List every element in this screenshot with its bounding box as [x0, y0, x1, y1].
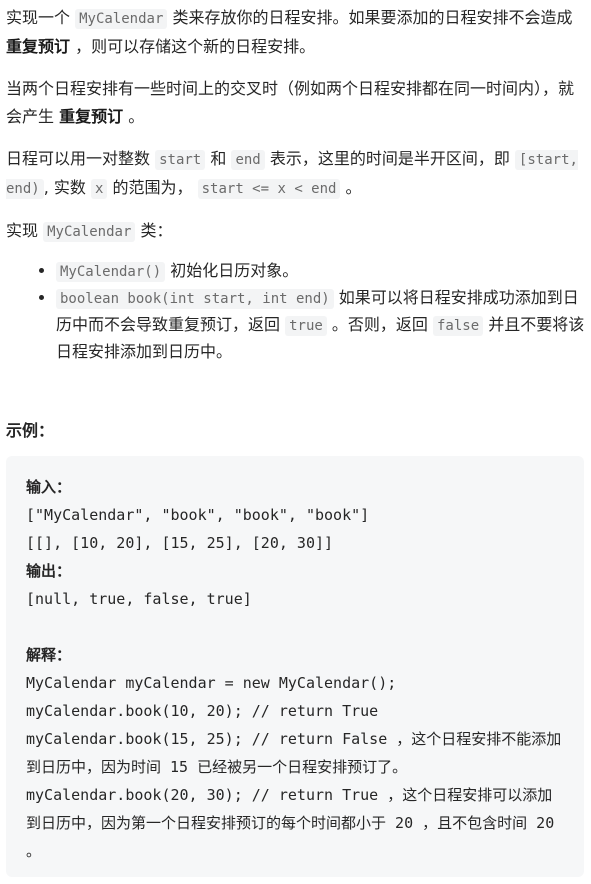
- inline-code-end: end: [231, 150, 265, 170]
- inline-code-constructor: MyCalendar(): [56, 262, 166, 282]
- inline-code-condition: start <= x < end: [197, 179, 341, 199]
- bold-double-booking: 重复预订: [59, 107, 124, 126]
- explain-line: MyCalendar myCalendar = new MyCalendar()…: [26, 674, 397, 692]
- example-code-block: 输入： ["MyCalendar", "book", "book", "book"…: [6, 456, 584, 877]
- inline-code-true: true: [285, 316, 327, 336]
- intro-paragraph: 实现一个 MyCalendar 类来存放你的日程安排。如果要添加的日程安排不会造…: [6, 8, 573, 56]
- example-title: 示例：: [6, 421, 55, 440]
- output-line: [null, true, false, true]: [26, 590, 252, 608]
- explain-line: myCalendar.book(15, 25); // return False…: [26, 730, 562, 776]
- inline-code-x: x: [90, 179, 108, 199]
- inline-code-false: false: [433, 316, 484, 336]
- bold-double-booking: 重复预订: [6, 37, 71, 56]
- list-item: MyCalendar() 初始化日历对象。: [56, 258, 585, 285]
- inline-code-book: boolean book(int start, int end): [56, 289, 334, 309]
- input-line: [[], [10, 20], [15, 25], [20, 30]]: [26, 534, 334, 552]
- explain-label: 解释：: [26, 646, 72, 664]
- inline-code-mycalendar: MyCalendar: [43, 222, 136, 242]
- method-list: MyCalendar() 初始化日历对象。 boolean book(int s…: [6, 258, 585, 365]
- input-label: 输入：: [26, 478, 72, 496]
- explain-line: myCalendar.book(10, 20); // return True: [26, 702, 379, 720]
- list-item: boolean book(int start, int end) 如果可以将日程…: [56, 285, 585, 365]
- impl-paragraph: 实现 MyCalendar 类：: [6, 221, 173, 242]
- overlap-paragraph: 当两个日程安排有一些时间上的交叉时（例如两个日程安排都在同一时间内），就会产生 …: [6, 79, 575, 126]
- output-label: 输出：: [26, 562, 72, 580]
- input-line: ["MyCalendar", "book", "book", "book"]: [26, 506, 370, 524]
- explain-line: myCalendar.book(20, 30); // return True …: [26, 786, 564, 860]
- problem-description: 实现一个 MyCalendar 类来存放你的日程安排。如果要添加的日程安排不会造…: [0, 0, 591, 877]
- range-paragraph: 日程可以用一对整数 start 和 end 表示，这里的时间是半开区间，即 [s…: [6, 149, 578, 199]
- inline-code-mycalendar: MyCalendar: [75, 9, 168, 29]
- inline-code-start: start: [155, 150, 206, 170]
